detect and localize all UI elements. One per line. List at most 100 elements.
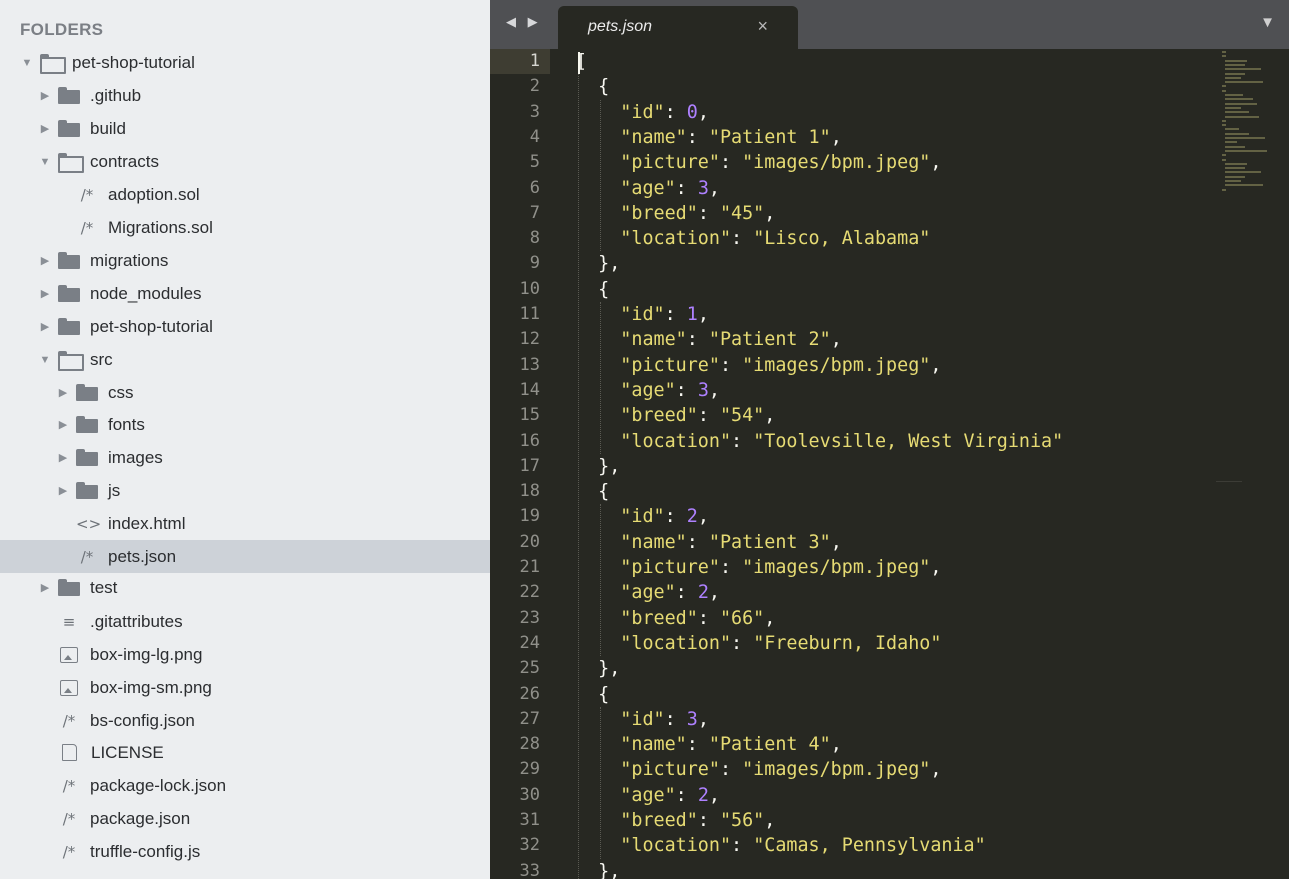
chevron-right-icon[interactable]: ▶	[38, 581, 52, 594]
code-line: "age": 2,	[620, 784, 720, 806]
sidebar-item-build[interactable]: ▶ build	[0, 112, 490, 145]
tab-nav-arrows-icon[interactable]: ◀ ▶	[506, 14, 542, 30]
sidebar-item-label: build	[90, 118, 126, 138]
minimap-line	[1225, 63, 1245, 66]
chevron-right-icon[interactable]: ▶	[56, 418, 70, 431]
line-number: 6	[529, 177, 540, 198]
chevron-right-icon[interactable]: ▶	[38, 122, 52, 135]
code-line: {	[576, 481, 610, 503]
line-number: 28	[519, 734, 540, 755]
sidebar-item-label: box-img-lg.png	[90, 644, 203, 664]
indent-guide	[578, 74, 579, 879]
sidebar-item-license[interactable]: LICENSE	[0, 736, 490, 769]
minimap-line	[1225, 141, 1237, 144]
minimap-line	[1225, 132, 1249, 135]
line-number: 15	[519, 405, 540, 426]
sidebar-item-truffle-config-js[interactable]: /* truffle-config.js	[0, 835, 490, 868]
minimap-line	[1225, 145, 1245, 148]
code-line: },	[576, 658, 621, 680]
sidebar-item-pets-json[interactable]: /* pets.json	[0, 540, 490, 573]
line-number: 25	[519, 658, 540, 679]
chevron-right-icon[interactable]: ▶	[56, 386, 70, 399]
sidebar-item-src[interactable]: ▼ src	[0, 343, 490, 376]
sidebar-item-css[interactable]: ▶ css	[0, 376, 490, 409]
sidebar-item-js[interactable]: ▶ js	[0, 474, 490, 507]
minimap[interactable]	[1216, 49, 1289, 879]
folder-icon	[58, 252, 80, 269]
minimap-line	[1225, 68, 1261, 71]
code-line: "breed": "45",	[620, 202, 776, 224]
minimap-line	[1225, 81, 1263, 84]
code-line: "location": "Freeburn, Idaho"	[620, 632, 942, 654]
minimap-line	[1225, 180, 1241, 182]
tab-pets-json[interactable]: pets.json ×	[558, 6, 798, 49]
minimap-line	[1225, 72, 1245, 75]
sidebar-item-pet-shop-tutorial[interactable]: ▼ pet-shop-tutorial	[0, 46, 490, 79]
code-line: "location": "Lisco, Alabama"	[620, 228, 931, 250]
minimap-line	[1225, 167, 1245, 170]
sidebar-item-box-img-lg-png[interactable]: box-img-lg.png	[0, 638, 490, 671]
code-line: "id": 3,	[620, 708, 709, 730]
code-line: "name": "Patient 3",	[620, 531, 842, 553]
sidebar-item-label: Migrations.sol	[108, 217, 213, 237]
sidebar-item-adoption-sol[interactable]: /* adoption.sol	[0, 178, 490, 211]
folder-icon	[58, 318, 80, 335]
tab-bar: ◀ ▶ pets.json × ▼	[490, 0, 1289, 49]
sidebar-item-migrations[interactable]: ▶ migrations	[0, 244, 490, 277]
folder-icon	[58, 579, 80, 596]
code-line: "age": 3,	[620, 379, 720, 401]
indent-guide	[600, 706, 601, 859]
sidebar-item-package-json[interactable]: /* package.json	[0, 802, 490, 835]
chevron-right-icon[interactable]: ▶	[38, 254, 52, 267]
minimap-line	[1222, 124, 1226, 127]
chevron-down-icon[interactable]: ▼	[38, 354, 52, 366]
line-number: 14	[519, 379, 540, 400]
line-number: 24	[519, 632, 540, 653]
line-number: 10	[519, 278, 540, 299]
sidebar-item-index-html[interactable]: <> index.html	[0, 507, 490, 540]
line-number: 31	[519, 810, 540, 830]
chevron-right-icon[interactable]: ▶	[56, 484, 70, 497]
chevron-right-icon[interactable]: ▶	[38, 89, 52, 102]
text-cursor	[578, 52, 580, 74]
chevron-right-icon[interactable]: ▶	[56, 451, 70, 464]
tab-dropdown-icon[interactable]: ▼	[1260, 14, 1275, 31]
line-number: 21	[519, 557, 540, 577]
sidebar-item-migrations-sol[interactable]: /* Migrations.sol	[0, 211, 490, 244]
sidebar-item-label: LICENSE	[91, 742, 164, 762]
code-line: "picture": "images/bpm.jpeg",	[620, 354, 942, 376]
sidebar-item-images[interactable]: ▶ images	[0, 441, 490, 474]
sidebar-item-fonts[interactable]: ▶ fonts	[0, 408, 490, 441]
sidebar-item-github[interactable]: ▶ .github	[0, 79, 490, 112]
minimap-line	[1225, 102, 1257, 105]
chevron-down-icon[interactable]: ▼	[38, 156, 52, 168]
code-line: "age": 3,	[620, 177, 720, 199]
code-file-icon: /*	[80, 218, 94, 237]
sidebar-item-test[interactable]: ▶ test	[0, 571, 490, 604]
folder-icon	[58, 120, 80, 137]
chevron-right-icon[interactable]: ▶	[38, 320, 52, 333]
line-number: 9	[529, 253, 540, 274]
line-number: 19	[519, 506, 540, 527]
line-number: 8	[529, 228, 540, 249]
sidebar-item-bs-config-json[interactable]: /* bs-config.json	[0, 704, 490, 737]
close-icon[interactable]: ×	[757, 16, 768, 37]
sidebar-item-gitattributes[interactable]: ≡ .gitattributes	[0, 605, 490, 638]
minimap-line	[1225, 175, 1245, 178]
folders-header: FOLDERS	[20, 20, 104, 39]
sidebar-item-pet-shop-tutorial[interactable]: ▶ pet-shop-tutorial	[0, 310, 490, 343]
indent-guide	[600, 99, 601, 252]
chevron-down-icon[interactable]: ▼	[20, 57, 34, 69]
sidebar-item-box-img-sm-png[interactable]: box-img-sm.png	[0, 671, 490, 704]
sidebar-item-label: package-lock.json	[90, 775, 227, 795]
tab-title: pets.json	[588, 18, 653, 35]
minimap-line	[1222, 188, 1226, 191]
sidebar-item-package-lock-json[interactable]: /* package-lock.json	[0, 769, 490, 802]
minimap-line	[1225, 137, 1265, 139]
chevron-right-icon[interactable]: ▶	[38, 287, 52, 300]
code-file-icon: /*	[62, 842, 76, 861]
code-editor[interactable]: [ { "id": 0, "name": "Patient 1", "pictu…	[576, 49, 1216, 879]
sidebar-item-node-modules[interactable]: ▶ node_modules	[0, 277, 490, 310]
sidebar-item-contracts[interactable]: ▼ contracts	[0, 145, 490, 178]
sidebar-item-label: contracts	[90, 151, 159, 171]
